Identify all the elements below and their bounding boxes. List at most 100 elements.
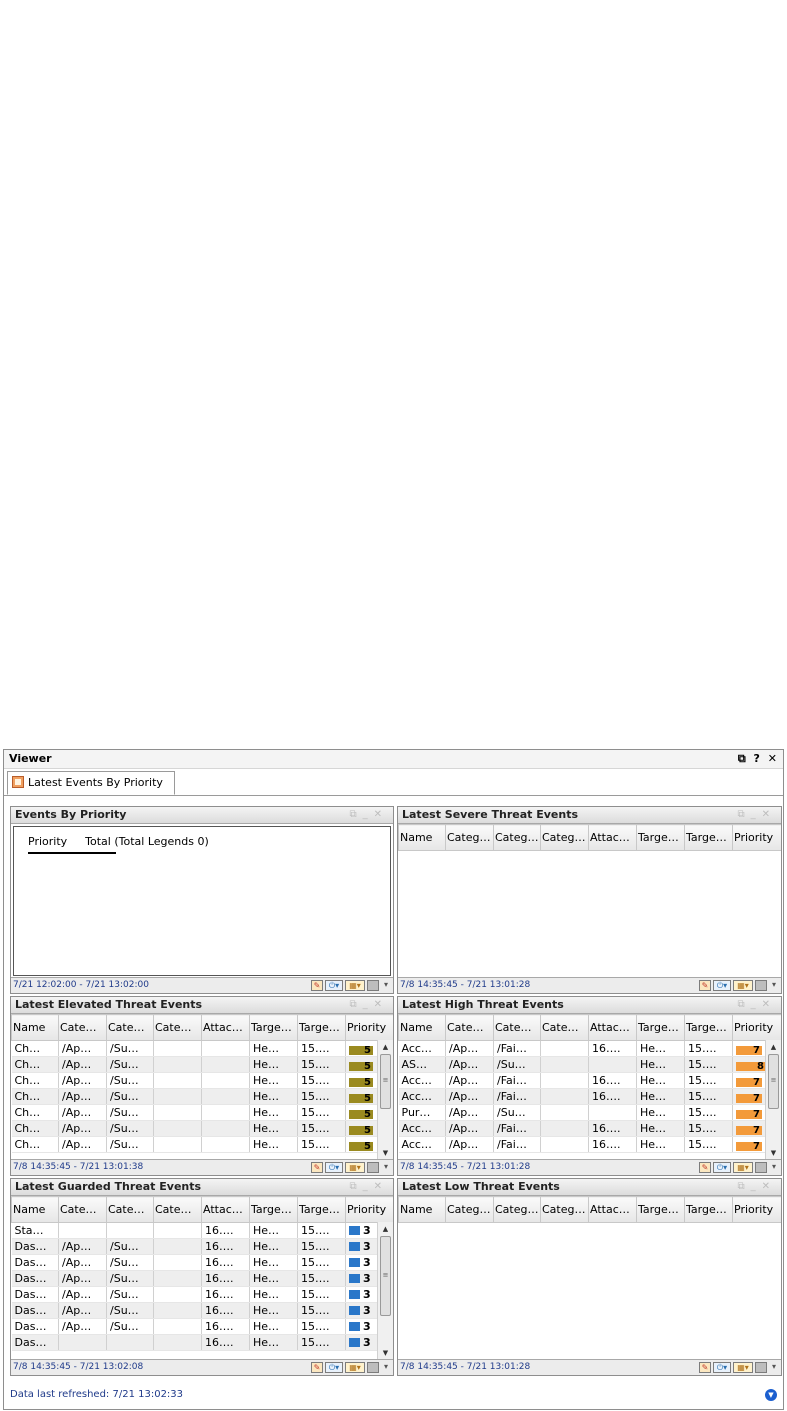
edit-button[interactable]: ✎ <box>311 1161 323 1173</box>
column-header[interactable]: Attac… <box>588 1014 637 1041</box>
column-header[interactable]: Categ… <box>540 1196 589 1223</box>
column-header[interactable]: Targe… <box>249 1196 298 1223</box>
scroll-down-icon[interactable]: ▼ <box>378 1347 393 1359</box>
column-header[interactable]: Name <box>398 1196 446 1223</box>
refresh-menu-button[interactable]: ⏻▾ <box>325 1361 343 1373</box>
table-row[interactable]: Das…/Ap…/Su… 16…. He… 15…. 3 <box>11 1318 393 1335</box>
tab-latest-events-by-priority[interactable]: Latest Events By Priority <box>7 771 175 795</box>
table-row[interactable]: Ch…/Ap…/Su… He… 15…. 5 <box>11 1136 393 1153</box>
table-row[interactable]: Das… 16…. He… 15…. 3 <box>11 1334 393 1351</box>
scroll-down-icon[interactable]: ▼ <box>378 1147 393 1159</box>
options-button[interactable] <box>367 979 379 991</box>
column-header[interactable]: Categ… <box>445 1196 494 1223</box>
panel-controls[interactable]: ⧉_✕ <box>349 1179 388 1195</box>
scroll-up-icon[interactable]: ▲ <box>766 1041 781 1053</box>
vertical-scrollbar[interactable]: ▲ ≡ ▼ <box>377 1040 393 1160</box>
table-row[interactable]: Ch…/Ap…/Su… He… 15…. 5 <box>11 1120 393 1137</box>
refresh-menu-button[interactable]: ⏻▾ <box>713 1361 731 1373</box>
column-header[interactable]: Cate… <box>153 1014 202 1041</box>
table-row[interactable]: Ch…/Ap…/Su… He… 15…. 5 <box>11 1040 393 1057</box>
column-header[interactable]: Priority <box>732 1196 781 1223</box>
view-menu-button[interactable]: ▦▾ <box>733 1161 753 1173</box>
column-header[interactable]: Targe… <box>297 1196 346 1223</box>
chevron-down-icon[interactable]: ▾ <box>381 980 391 991</box>
column-header[interactable]: Categ… <box>493 1196 541 1223</box>
column-header[interactable]: Name <box>11 1196 59 1223</box>
options-button[interactable] <box>755 979 767 991</box>
column-header[interactable]: Cate… <box>58 1196 107 1223</box>
table-row[interactable]: Das…/Ap…/Su… 16…. He… 15…. 3 <box>11 1302 393 1319</box>
scroll-down-icon[interactable]: ▼ <box>766 1147 781 1159</box>
refresh-menu-button[interactable]: ⏻▾ <box>325 979 343 991</box>
table-row[interactable]: AS…/Ap…/Su… He… 15…. 8 <box>398 1056 781 1073</box>
column-header[interactable]: Attac… <box>201 1014 250 1041</box>
scroll-thumb[interactable]: ≡ <box>768 1054 779 1109</box>
edit-button[interactable]: ✎ <box>699 979 711 991</box>
column-header[interactable]: Targe… <box>636 824 685 851</box>
column-header[interactable]: Targe… <box>684 824 733 851</box>
column-header[interactable]: Priority <box>732 1014 781 1041</box>
column-header[interactable]: Priority <box>732 824 781 851</box>
chevron-down-icon[interactable]: ▾ <box>769 1362 779 1373</box>
column-header[interactable]: Targe… <box>249 1014 298 1041</box>
table-row[interactable]: Das…/Ap…/Su… 16…. He… 15…. 3 <box>11 1254 393 1271</box>
column-header[interactable]: Priority <box>345 1014 393 1041</box>
column-header[interactable]: Targe… <box>636 1014 685 1041</box>
edit-button[interactable]: ✎ <box>311 979 323 991</box>
options-button[interactable] <box>755 1161 767 1173</box>
refresh-menu-button[interactable]: ⏻▾ <box>325 1161 343 1173</box>
vertical-scrollbar[interactable]: ▲ ≡ ▼ <box>377 1222 393 1360</box>
column-header[interactable]: Cate… <box>540 1014 589 1041</box>
panel-controls[interactable]: ⧉_✕ <box>349 997 388 1013</box>
column-header[interactable]: Targe… <box>297 1014 346 1041</box>
refresh-menu-button[interactable]: ⏻▾ <box>713 979 731 991</box>
edit-button[interactable]: ✎ <box>699 1361 711 1373</box>
chevron-down-icon[interactable]: ▾ <box>381 1362 391 1373</box>
table-row[interactable]: Ch…/Ap…/Su… He… 15…. 5 <box>11 1088 393 1105</box>
chevron-down-icon[interactable]: ▾ <box>769 1162 779 1173</box>
view-menu-button[interactable]: ▦▾ <box>345 1161 365 1173</box>
column-header[interactable]: Cate… <box>106 1196 154 1223</box>
view-menu-button[interactable]: ▦▾ <box>733 1361 753 1373</box>
view-menu-button[interactable]: ▦▾ <box>733 979 753 991</box>
chevron-down-circle-icon[interactable]: ▼ <box>765 1389 777 1401</box>
edit-button[interactable]: ✎ <box>311 1361 323 1373</box>
column-header[interactable]: Targe… <box>684 1014 733 1041</box>
column-header[interactable]: Cate… <box>445 1014 494 1041</box>
column-header[interactable]: Categ… <box>540 824 589 851</box>
table-row[interactable]: Das…/Ap…/Su… 16…. He… 15…. 3 <box>11 1286 393 1303</box>
table-row[interactable]: Ch…/Ap…/Su… He… 15…. 5 <box>11 1056 393 1073</box>
chevron-down-icon[interactable]: ▾ <box>769 980 779 991</box>
table-row[interactable]: Acc…/Ap…/Fai… 16…. He… 15…. 7 <box>398 1040 781 1057</box>
scroll-up-icon[interactable]: ▲ <box>378 1223 393 1235</box>
column-header[interactable]: Targe… <box>684 1196 733 1223</box>
panel-controls[interactable]: ⧉_✕ <box>737 1179 776 1195</box>
table-row[interactable]: Pur…/Ap…/Su… He… 15…. 7 <box>398 1104 781 1121</box>
table-row[interactable]: Ch…/Ap…/Su… He… 15…. 5 <box>11 1104 393 1121</box>
vertical-scrollbar[interactable]: ▲ ≡ ▼ <box>765 1040 781 1160</box>
options-button[interactable] <box>755 1361 767 1373</box>
panel-controls[interactable]: ⧉_✕ <box>349 807 388 823</box>
window-controls[interactable]: ⧉ ? ✕ <box>738 750 779 768</box>
table-row[interactable]: Acc…/Ap…/Fai… 16…. He… 15…. 7 <box>398 1136 781 1153</box>
view-menu-button[interactable]: ▦▾ <box>345 1361 365 1373</box>
refresh-menu-button[interactable]: ⏻▾ <box>713 1161 731 1173</box>
table-row[interactable]: Acc…/Ap…/Fai… 16…. He… 15…. 7 <box>398 1088 781 1105</box>
column-header[interactable]: Cate… <box>153 1196 202 1223</box>
table-row[interactable]: Ch…/Ap…/Su… He… 15…. 5 <box>11 1072 393 1089</box>
table-row[interactable]: Das…/Ap…/Su… 16…. He… 15…. 3 <box>11 1238 393 1255</box>
column-header[interactable]: Name <box>398 1014 446 1041</box>
table-row[interactable]: Acc…/Ap…/Fai… 16…. He… 15…. 7 <box>398 1120 781 1137</box>
table-row[interactable]: Das…/Ap…/Su… 16…. He… 15…. 3 <box>11 1270 393 1287</box>
column-header[interactable]: Cate… <box>493 1014 541 1041</box>
view-menu-button[interactable]: ▦▾ <box>345 979 365 991</box>
options-button[interactable] <box>367 1161 379 1173</box>
column-header[interactable]: Targe… <box>636 1196 685 1223</box>
options-button[interactable] <box>367 1361 379 1373</box>
column-header[interactable]: Attac… <box>588 824 637 851</box>
column-header[interactable]: Name <box>11 1014 59 1041</box>
edit-button[interactable]: ✎ <box>699 1161 711 1173</box>
panel-controls[interactable]: ⧉_✕ <box>737 997 776 1013</box>
column-header[interactable]: Priority <box>345 1196 393 1223</box>
scroll-thumb[interactable]: ≡ <box>380 1054 391 1109</box>
